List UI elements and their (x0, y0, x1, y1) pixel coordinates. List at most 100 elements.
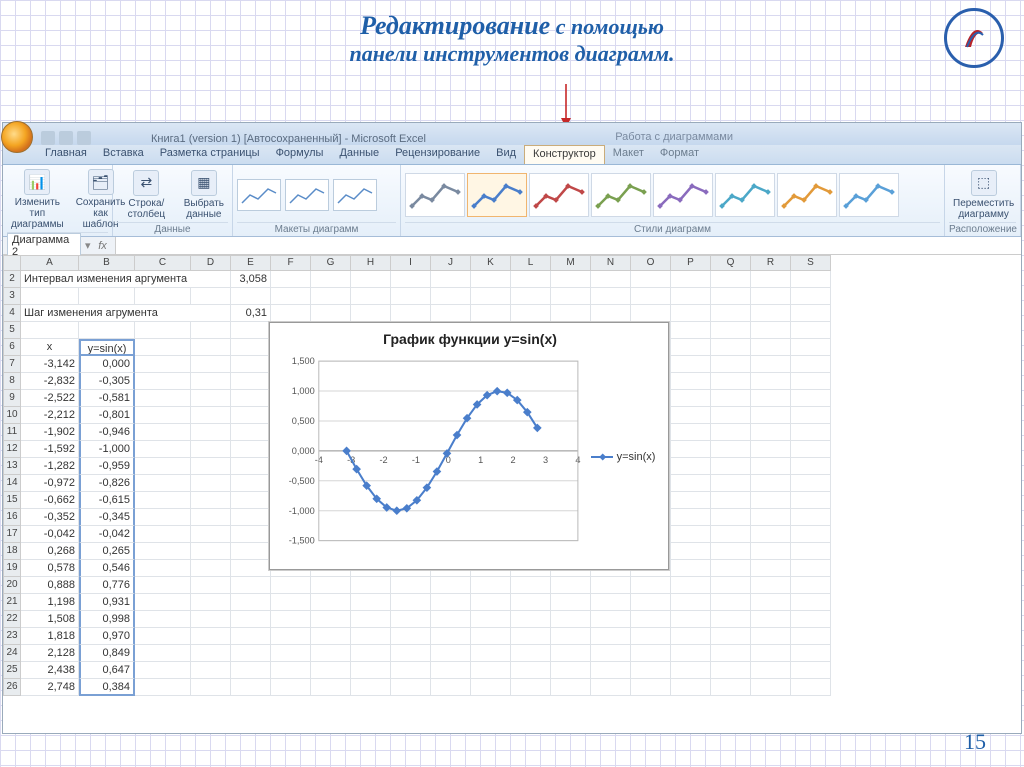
tab-chart-design[interactable]: Конструктор (524, 145, 605, 164)
col-header[interactable]: K (471, 255, 511, 271)
row-header[interactable]: 23 (3, 628, 21, 645)
row-header[interactable]: 22 (3, 611, 21, 628)
row-header[interactable]: 17 (3, 526, 21, 543)
row-header[interactable]: 19 (3, 560, 21, 577)
cell[interactable]: 3,058 (231, 271, 271, 288)
cell[interactable]: 0,268 (21, 543, 79, 560)
row-header[interactable]: 12 (3, 441, 21, 458)
row-header[interactable]: 20 (3, 577, 21, 594)
cell[interactable]: 0,265 (79, 543, 135, 560)
row-header[interactable]: 25 (3, 662, 21, 679)
cell[interactable]: 0,384 (79, 679, 135, 696)
cell[interactable]: -0,042 (79, 526, 135, 543)
chart-style-thumb[interactable] (591, 173, 651, 217)
fx-icon[interactable]: fx (95, 240, 111, 252)
cell[interactable]: -2,522 (21, 390, 79, 407)
change-chart-type-button[interactable]: 📊Изменить тип диаграммы (7, 167, 68, 232)
cell[interactable]: -1,000 (79, 441, 135, 458)
col-header[interactable]: A (21, 255, 79, 271)
row-header[interactable]: 15 (3, 492, 21, 509)
quick-access-toolbar[interactable] (31, 131, 91, 145)
cell[interactable]: -0,345 (79, 509, 135, 526)
cell[interactable]: 0,647 (79, 662, 135, 679)
col-header[interactable]: P (671, 255, 711, 271)
row-header[interactable]: 5 (3, 322, 21, 339)
cell[interactable]: 2,128 (21, 645, 79, 662)
qat-redo-icon[interactable] (77, 131, 91, 145)
cell[interactable]: 0,000 (79, 356, 135, 373)
row-header[interactable]: 4 (3, 305, 21, 322)
tab-chart-format[interactable]: Формат (652, 145, 707, 164)
chart-style-thumb[interactable] (405, 173, 465, 217)
chart-style-thumb[interactable] (715, 173, 775, 217)
cell[interactable]: 0,578 (21, 560, 79, 577)
cell[interactable]: x (21, 339, 79, 356)
cell[interactable]: 2,438 (21, 662, 79, 679)
chart-style-thumb[interactable] (529, 173, 589, 217)
cell[interactable]: -0,615 (79, 492, 135, 509)
col-header[interactable]: F (271, 255, 311, 271)
cell[interactable]: -0,959 (79, 458, 135, 475)
cell[interactable]: 2,748 (21, 679, 79, 696)
cell[interactable]: 0,888 (21, 577, 79, 594)
embedded-chart[interactable]: График функции y=sin(x) -1,500-1,000-0,5… (269, 322, 669, 570)
formula-input[interactable] (115, 237, 1021, 254)
row-header[interactable]: 9 (3, 390, 21, 407)
cell[interactable]: -1,592 (21, 441, 79, 458)
qat-save-icon[interactable] (41, 131, 55, 145)
col-header[interactable]: M (551, 255, 591, 271)
row-header[interactable]: 3 (3, 288, 21, 305)
row-header[interactable]: 7 (3, 356, 21, 373)
tab-chart-layout[interactable]: Макет (605, 145, 652, 164)
cell[interactable]: -0,042 (21, 526, 79, 543)
dropdown-icon[interactable]: ▾ (85, 239, 91, 252)
row-header[interactable]: 16 (3, 509, 21, 526)
cell[interactable]: -0,581 (79, 390, 135, 407)
cell[interactable]: -0,826 (79, 475, 135, 492)
col-header[interactable]: S (791, 255, 831, 271)
col-header[interactable]: Q (711, 255, 751, 271)
chart-plot-area[interactable]: -1,500-1,000-0,5000,0000,5001,0001,500-4… (278, 351, 584, 563)
cell[interactable]: 0,931 (79, 594, 135, 611)
row-header[interactable]: 18 (3, 543, 21, 560)
row-header[interactable]: 10 (3, 407, 21, 424)
office-button[interactable] (1, 121, 33, 153)
col-header[interactable]: N (591, 255, 631, 271)
chart-style-thumb[interactable] (467, 173, 527, 217)
chart-style-thumb[interactable] (653, 173, 713, 217)
cell[interactable]: -0,662 (21, 492, 79, 509)
cell[interactable]: -0,305 (79, 373, 135, 390)
chart-style-thumb[interactable] (777, 173, 837, 217)
row-header[interactable]: 2 (3, 271, 21, 288)
row-header[interactable]: 24 (3, 645, 21, 662)
cell[interactable]: 1,508 (21, 611, 79, 628)
cell[interactable]: 0,776 (79, 577, 135, 594)
select-all-corner[interactable] (3, 255, 21, 271)
cell[interactable]: -0,801 (79, 407, 135, 424)
chart-layout-thumb[interactable] (285, 179, 329, 211)
cell[interactable]: -0,946 (79, 424, 135, 441)
cell[interactable]: 0,998 (79, 611, 135, 628)
col-header[interactable]: C (135, 255, 191, 271)
tab-view[interactable]: Вид (488, 145, 524, 164)
row-header[interactable]: 21 (3, 594, 21, 611)
tab-insert[interactable]: Вставка (95, 145, 152, 164)
row-header[interactable]: 26 (3, 679, 21, 696)
col-header[interactable]: R (751, 255, 791, 271)
col-header[interactable]: D (191, 255, 231, 271)
row-header[interactable]: 14 (3, 475, 21, 492)
cell[interactable]: 0,31 (231, 305, 271, 322)
cell[interactable]: Интервал изменения аргумента (21, 271, 231, 288)
move-chart-button[interactable]: ⬚Переместить диаграмму (949, 168, 1018, 222)
row-header[interactable]: 8 (3, 373, 21, 390)
cell[interactable]: -0,972 (21, 475, 79, 492)
col-header[interactable]: L (511, 255, 551, 271)
col-header[interactable]: I (391, 255, 431, 271)
col-header[interactable]: H (351, 255, 391, 271)
chart-legend[interactable]: y=sin(x) (584, 351, 662, 563)
cell[interactable]: -0,352 (21, 509, 79, 526)
tab-review[interactable]: Рецензирование (387, 145, 488, 164)
qat-undo-icon[interactable] (59, 131, 73, 145)
cell[interactable]: 0,849 (79, 645, 135, 662)
select-data-button[interactable]: ▦Выбрать данные (180, 168, 228, 222)
